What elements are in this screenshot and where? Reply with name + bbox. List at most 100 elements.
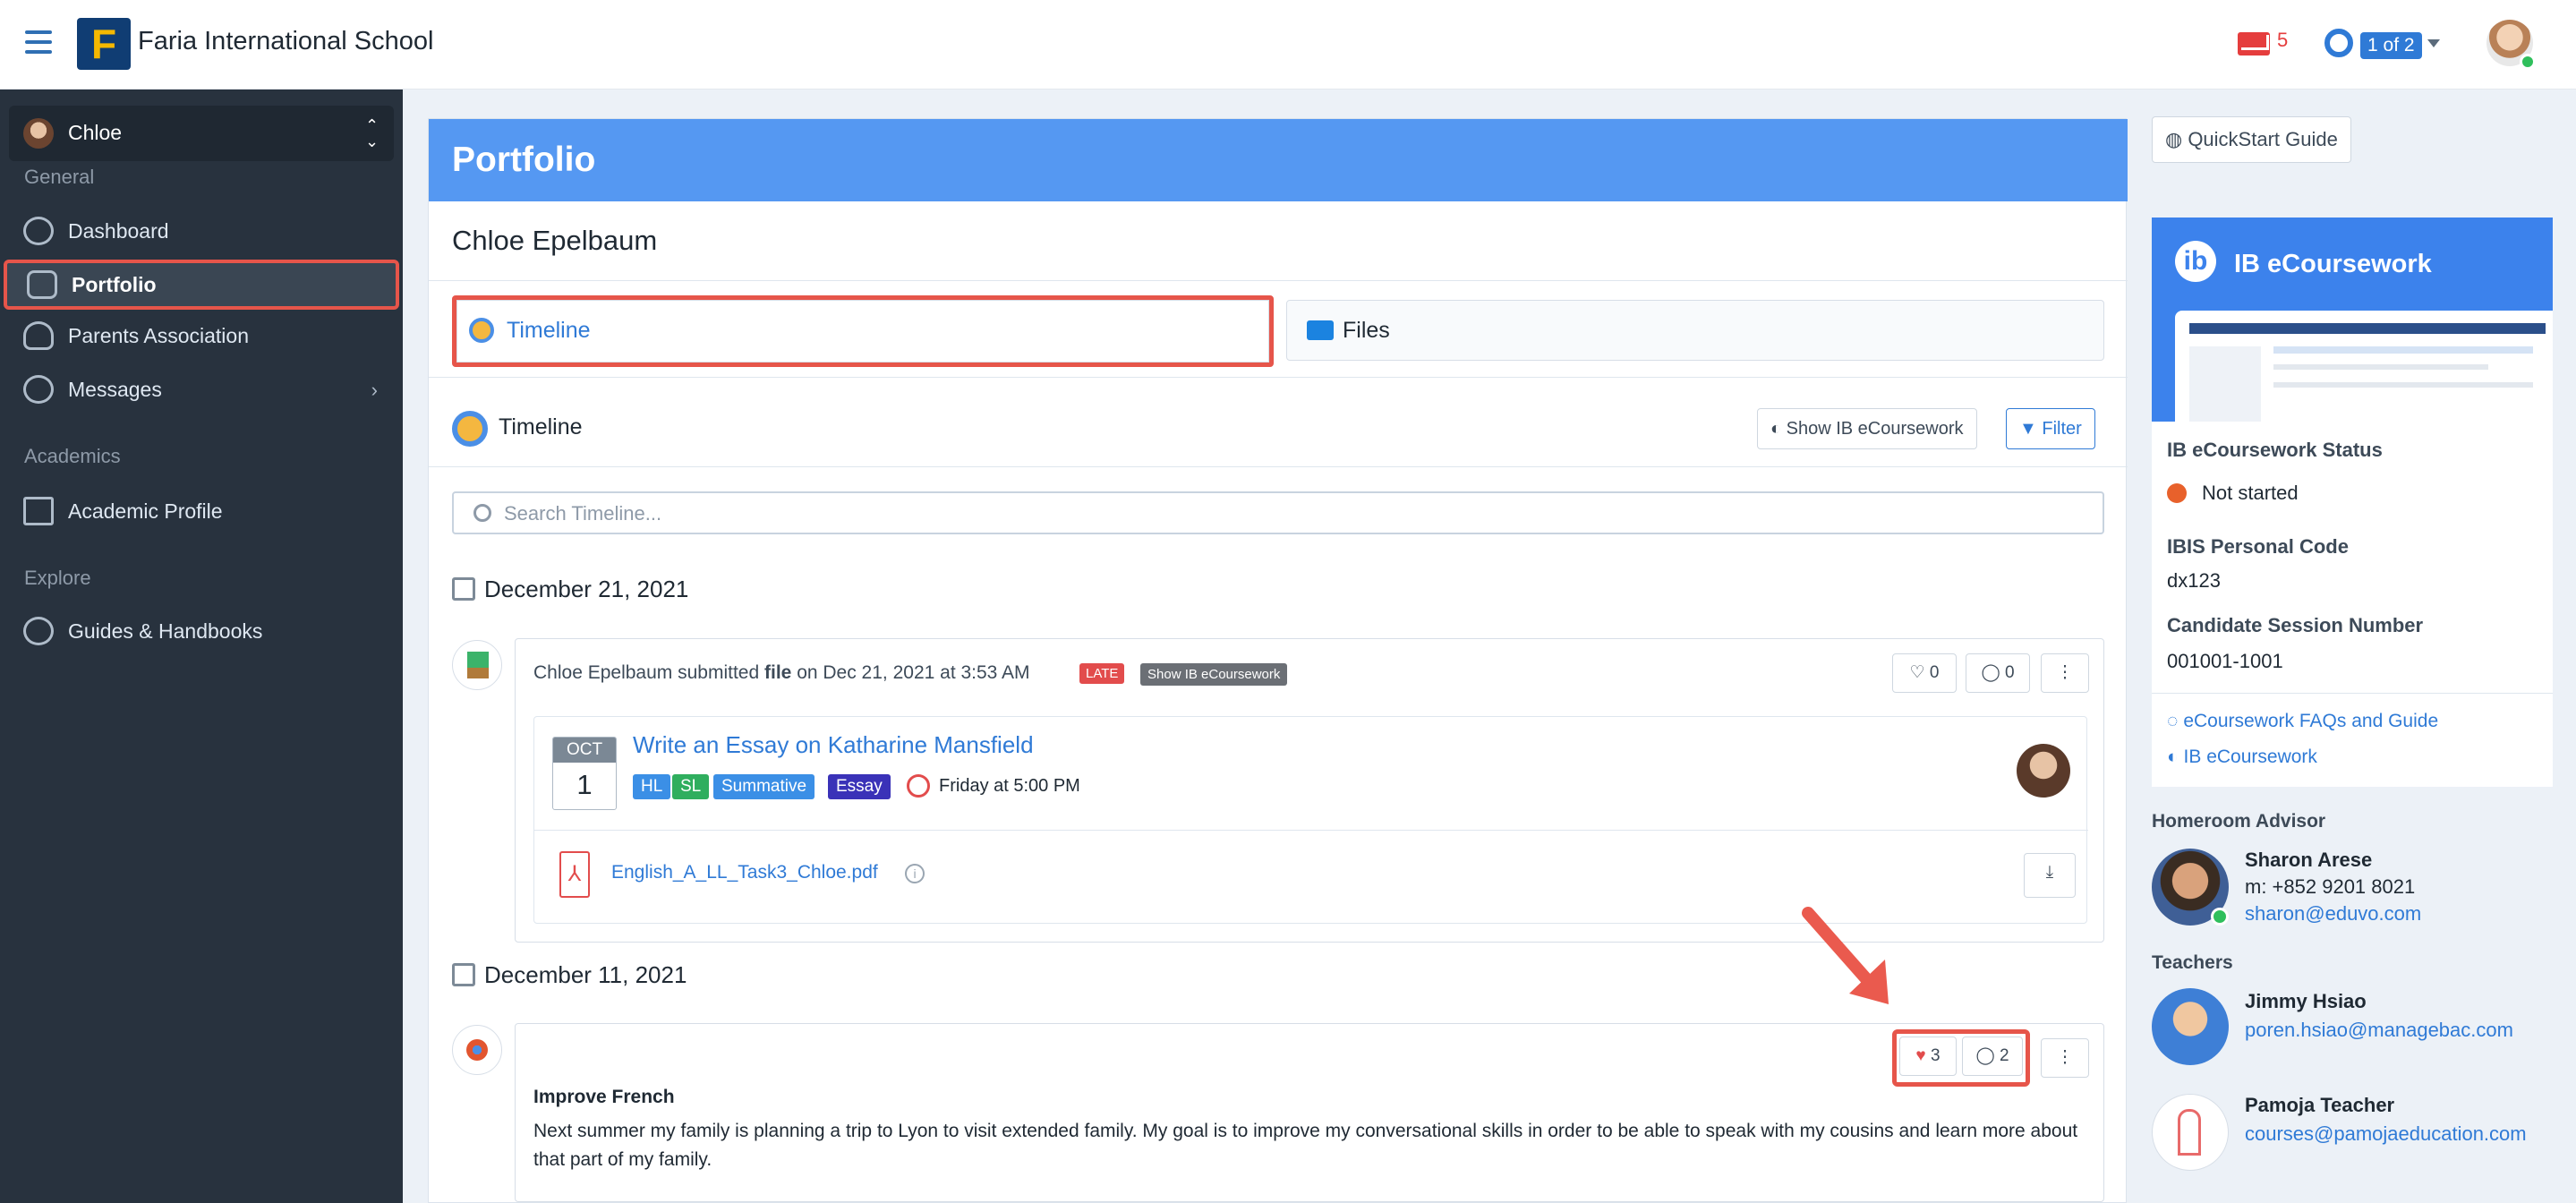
entry-author[interactable]: Chloe Epelbaum [533,662,672,683]
like-count: 0 [1929,663,1940,682]
download-icon[interactable]: ⤓ [2024,853,2076,898]
ecoursework-preview-image [2175,311,2553,422]
tab-label: Timeline [507,318,591,343]
portfolio-panel: Portfolio Chloe Epelbaum Timeline Files … [428,118,2128,1203]
ecoursework-faq-link[interactable]: ◌ eCoursework FAQs and Guide [2167,711,2438,732]
advisor-email[interactable]: sharon@eduvo.com [2245,902,2421,926]
comment-count: 2 [1999,1046,2009,1065]
session-number-label: Candidate Session Number [2167,614,2424,636]
search-placeholder: Search Timeline... [504,502,662,525]
ib-logo-icon: ib [2175,241,2216,282]
caret-down-icon[interactable] [2427,39,2440,47]
mail-count-badge[interactable]: 5 [2277,29,2288,52]
sidebar-item-dashboard[interactable]: Dashboard [0,206,403,256]
sidebar-item-portfolio[interactable]: Portfolio [4,260,399,310]
entry-date: December 11, 2021 [484,961,687,988]
school-logo: F [77,18,131,70]
ib-logo-icon: ◐ [2167,747,2184,767]
more-options-button[interactable]: ⋮ [2041,653,2089,693]
banner-title: IB eCoursework [2234,250,2432,278]
tag-hl: HL [633,774,671,799]
tag-summative: Summative [713,774,815,799]
mail-icon[interactable] [2238,32,2270,55]
tab-timeline[interactable]: Timeline [452,295,1274,367]
task-day: 1 [576,769,593,800]
sidebar-item-messages[interactable]: Messages › [0,364,403,414]
sidebar-item-label: Parents Association [68,324,250,347]
like-button[interactable]: ♥ 3 [1899,1037,1957,1076]
ib-status-value: Not started [2202,482,2299,504]
teacher-name: Jimmy Hsiao [2245,990,2367,1012]
comment-button[interactable]: ◯ 2 [1962,1037,2023,1076]
teacher-email[interactable]: courses@pamojaeducation.com [2245,1122,2527,1146]
comment-button[interactable]: ◯ 0 [1966,653,2030,693]
homeroom-advisor-label: Homeroom Advisor [2152,811,2326,832]
teacher-avatar[interactable] [2017,744,2070,798]
chat-icon [23,375,54,404]
show-ib-ecoursework-button[interactable]: ◐ Show IB eCoursework [1757,408,1977,449]
link-label: IB eCoursework [2183,747,2317,767]
sidebar-item-parents-association[interactable]: Parents Association [0,311,403,361]
show-ib-badge[interactable]: Show IB eCoursework [1140,663,1288,686]
dashboard-icon [23,217,54,245]
teacher-email[interactable]: poren.hsiao@managebac.com [2245,1019,2513,1042]
ib-status-label: IB eCoursework Status [2167,439,2383,461]
section-explore: Explore [24,567,91,589]
sidebar-item-guides[interactable]: Guides & Handbooks [0,606,403,656]
ib-ecoursework-link[interactable]: ◐ IB eCoursework [2167,747,2317,768]
teachers-label: Teachers [2152,952,2233,973]
more-options-button[interactable]: ⋮ [2041,1038,2089,1078]
task-title-link[interactable]: Write an Essay on Katharine Mansfield [633,731,1034,759]
sidebar-item-academic-profile[interactable]: Academic Profile [0,486,403,536]
hamburger-menu-icon[interactable] [25,30,52,54]
search-icon [473,504,491,522]
ib-ecoursework-banner[interactable]: ib IB eCoursework [2152,218,2553,422]
ibis-code-value: dx123 [2167,569,2221,592]
like-button[interactable]: ♡ 0 [1892,653,1957,693]
teacher-avatar[interactable] [2152,988,2229,1065]
upload-icon [452,640,502,690]
chevron-right-icon: › [371,379,378,401]
file-link[interactable]: English_A_LL_Task3_Chloe.pdf [611,862,878,883]
heart-outline-icon: ♡ [1909,663,1930,682]
filter-icon: ▼ [2019,419,2043,439]
document-icon [23,497,54,525]
filter-button[interactable]: ▼ Filter [2006,408,2095,449]
tab-files[interactable]: Files [1286,300,2104,361]
teacher-name: Pamoja Teacher [2245,1094,2395,1116]
info-icon[interactable]: i [905,864,925,883]
button-label: Filter [2042,419,2082,439]
comment-icon: ◯ [1975,1046,2000,1065]
search-input[interactable]: Search Timeline... [452,491,2104,534]
entry-object: file [764,662,792,683]
entry-summary: Chloe Epelbaum submitted file on Dec 21,… [533,662,1030,684]
entry-timestamp: on Dec 21, 2021 at 3:53 AM [797,662,1030,683]
help-lifering-icon[interactable] [2324,29,2353,57]
advisor-phone: m: +852 9201 8021 [2245,875,2416,898]
page-title: Portfolio [452,141,596,179]
task-due: Friday at 5:00 PM [939,776,1080,796]
like-count: 3 [1930,1046,1941,1065]
user-switcher[interactable]: Chloe ⌃ ⌄ [9,106,394,161]
school-name[interactable]: Faria International School [138,27,433,56]
timeline-clock-icon [452,411,488,447]
sidebar-item-label: Dashboard [68,219,169,243]
pamoja-logo[interactable] [2152,1094,2229,1171]
status-stop-icon [2167,483,2187,503]
notification-pager[interactable]: 1 of 2 [2360,32,2422,59]
section-general: General [24,166,95,188]
timeline-entry-card: ♥ 3 ◯ 2 ⋮ Improve French Next summer my … [515,1023,2104,1202]
calendar-icon [452,577,475,601]
heart-filled-icon: ♥ [1915,1046,1931,1065]
chat-icon: ◌ [2167,711,2184,731]
sidebar-item-label: Academic Profile [68,499,223,523]
entry-body: Next summer my family is planning a trip… [533,1121,2078,1170]
task-month: OCT [553,738,616,763]
late-badge: LATE [1079,663,1125,684]
comment-icon: ◯ [1981,663,2005,682]
quickstart-guide-button[interactable]: ◍ QuickStart Guide [2152,116,2351,163]
timeline-entry-card: Chloe Epelbaum submitted file on Dec 21,… [515,638,2104,943]
entry-heading: Improve French [533,1087,675,1107]
child-avatar [23,118,54,149]
briefcase-icon [27,270,57,299]
